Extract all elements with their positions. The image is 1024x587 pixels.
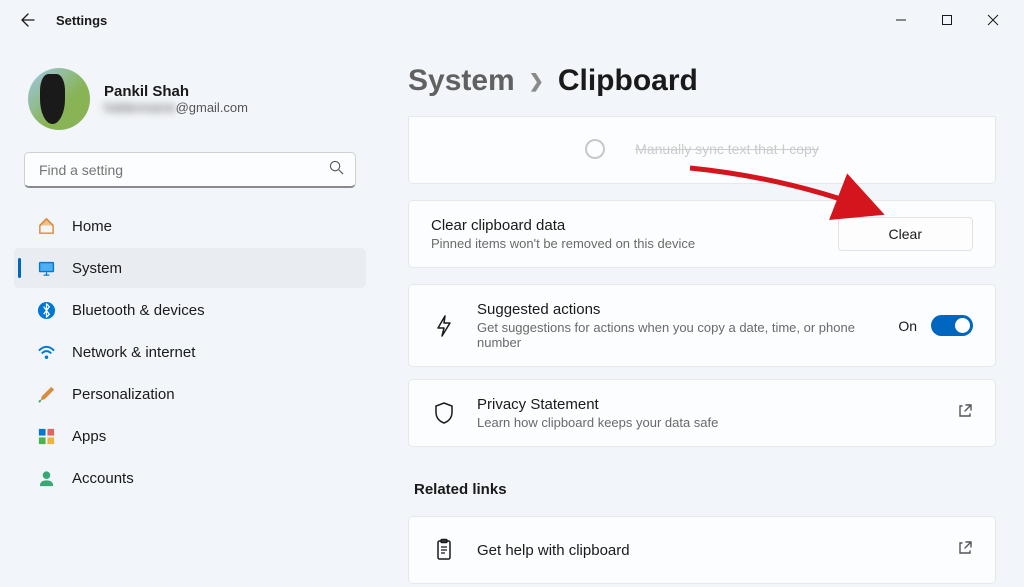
close-button[interactable] (970, 4, 1016, 36)
lightning-icon (431, 314, 457, 338)
help-card[interactable]: Get help with clipboard (408, 516, 996, 584)
sidebar-item-label: Bluetooth & devices (72, 302, 205, 319)
clear-clipboard-card: Clear clipboard data Pinned items won't … (408, 200, 996, 268)
apps-icon (36, 426, 56, 446)
user-name: Pankil Shah (104, 83, 248, 100)
search-input[interactable] (24, 152, 356, 188)
chevron-right-icon: ❯ (529, 71, 544, 92)
sidebar-item-label: Personalization (72, 386, 175, 403)
toggle-label: On (898, 318, 917, 334)
search-icon (329, 160, 344, 180)
sidebar-item-apps[interactable]: Apps (14, 416, 366, 456)
window-controls (878, 4, 1016, 36)
sidebar-item-bluetooth[interactable]: Bluetooth & devices (14, 290, 366, 330)
sidebar-item-label: System (72, 260, 122, 277)
titlebar: Settings (0, 0, 1024, 40)
sync-option-label: Manually sync text that I copy (635, 141, 819, 157)
card-title: Get help with clipboard (477, 542, 937, 559)
suggested-actions-toggle[interactable] (931, 315, 973, 336)
minimize-button[interactable] (878, 4, 924, 36)
sidebar: Pankil Shah hiddenname@gmail.com Home Sy… (0, 40, 380, 587)
avatar (28, 68, 90, 130)
maximize-button[interactable] (924, 4, 970, 36)
clear-button[interactable]: Clear (838, 217, 973, 251)
card-title: Clear clipboard data (431, 217, 818, 234)
external-link-icon (957, 540, 973, 561)
breadcrumb-current: Clipboard (558, 64, 698, 98)
shield-icon (431, 401, 457, 425)
external-link-icon (957, 403, 973, 424)
sync-option-card: Manually sync text that I copy (408, 116, 996, 184)
brush-icon (36, 384, 56, 404)
sidebar-item-accounts[interactable]: Accounts (14, 458, 366, 498)
user-email: hiddenname@gmail.com (104, 100, 248, 115)
home-icon (36, 216, 56, 236)
related-links-header: Related links (414, 481, 990, 498)
clipboard-icon (431, 538, 457, 562)
card-subtitle: Learn how clipboard keeps your data safe (477, 415, 937, 430)
card-subtitle: Get suggestions for actions when you cop… (477, 320, 878, 350)
sidebar-item-personalization[interactable]: Personalization (14, 374, 366, 414)
card-title: Suggested actions (477, 301, 878, 318)
breadcrumb-parent[interactable]: System (408, 64, 515, 98)
maximize-icon (941, 14, 953, 26)
card-title: Privacy Statement (477, 396, 937, 413)
breadcrumb: System ❯ Clipboard (408, 64, 996, 98)
user-block[interactable]: Pankil Shah hiddenname@gmail.com (14, 50, 366, 152)
sidebar-item-label: Apps (72, 428, 106, 445)
wifi-icon (36, 342, 56, 362)
nav-list: Home System Bluetooth & devices Network … (14, 206, 366, 498)
minimize-icon (895, 14, 907, 26)
search-box (24, 152, 356, 188)
sidebar-item-system[interactable]: System (14, 248, 366, 288)
system-icon (36, 258, 56, 278)
bluetooth-icon (36, 300, 56, 320)
sidebar-item-label: Accounts (72, 470, 134, 487)
app-title: Settings (56, 13, 107, 28)
arrow-left-icon (20, 12, 36, 28)
sidebar-item-label: Home (72, 218, 112, 235)
sidebar-item-label: Network & internet (72, 344, 195, 361)
account-icon (36, 468, 56, 488)
main-content: System ❯ Clipboard Manually sync text th… (380, 40, 1024, 587)
sidebar-item-home[interactable]: Home (14, 206, 366, 246)
radio-icon[interactable] (585, 139, 605, 159)
suggested-actions-card: Suggested actions Get suggestions for ac… (408, 284, 996, 367)
sidebar-item-network[interactable]: Network & internet (14, 332, 366, 372)
card-subtitle: Pinned items won't be removed on this de… (431, 236, 818, 251)
privacy-statement-card[interactable]: Privacy Statement Learn how clipboard ke… (408, 379, 996, 447)
close-icon (987, 14, 999, 26)
back-button[interactable] (8, 0, 48, 40)
